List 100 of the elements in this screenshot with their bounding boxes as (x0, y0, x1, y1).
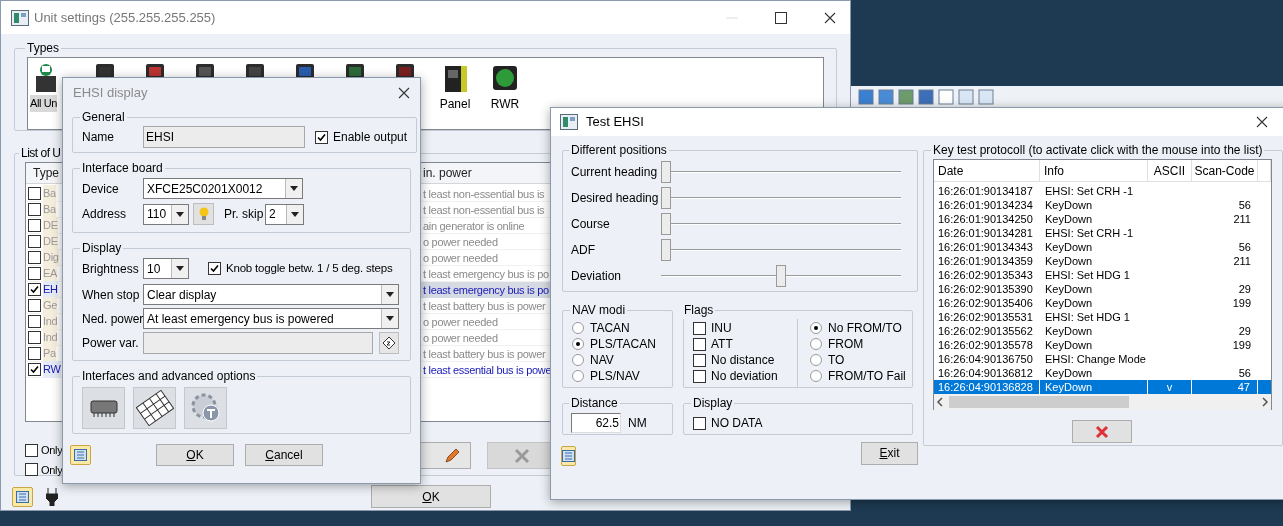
radio-button[interactable] (572, 338, 584, 350)
list-row[interactable]: 16:26:04:90136812 KeyDown 56 (934, 366, 1271, 380)
app-icon (11, 9, 29, 26)
checkbox[interactable] (28, 363, 41, 376)
checkbox[interactable] (28, 347, 41, 360)
skip-dropdown[interactable]: 2 (265, 203, 304, 225)
group-label: NAV modi (571, 302, 627, 319)
radio-button[interactable] (810, 354, 822, 366)
radio-button[interactable] (810, 322, 822, 334)
radio-label: FROM/TO Fail (828, 368, 906, 385)
checkbox[interactable] (28, 331, 41, 344)
checkbox[interactable] (28, 203, 41, 216)
checkbox[interactable] (693, 416, 706, 430)
scrollbar[interactable] (934, 394, 1271, 410)
column-header[interactable]: in. power (420, 164, 472, 182)
checkbox[interactable] (693, 337, 706, 351)
chip-button[interactable] (82, 387, 125, 429)
checkbox[interactable] (693, 321, 706, 335)
radio-button[interactable] (572, 370, 584, 382)
brightness-dropdown[interactable]: 10 (143, 258, 189, 279)
slider-thumb[interactable] (661, 213, 671, 235)
checkbox[interactable] (28, 283, 41, 296)
list-row[interactable]: 16:26:01:90134250 KeyDown 211 (934, 212, 1271, 226)
list-row[interactable]: 16:26:02:90135390 KeyDown 29 (934, 282, 1271, 296)
table-cell: EHSI: Set HDG 1 (1045, 268, 1130, 282)
list-row[interactable]: 16:26:01:90134281 EHSI: Set CRH -1 (934, 226, 1271, 240)
column-header[interactable]: Date (934, 160, 1040, 182)
radio-button[interactable] (810, 338, 822, 350)
list-row[interactable]: 16:26:01:90134187 EHSI: Set CRH -1 (934, 184, 1271, 198)
slider-thumb[interactable] (661, 187, 671, 209)
checkbox[interactable] (28, 315, 41, 328)
bulb-button[interactable] (193, 203, 214, 225)
slider-track[interactable] (661, 212, 901, 236)
close-icon[interactable] (398, 87, 410, 99)
list-row[interactable]: 16:26:01:90134343 KeyDown 56 (934, 240, 1271, 254)
radio-button[interactable] (572, 354, 584, 366)
list-row[interactable]: 16:26:02:90135531 EHSI: Set HDG 1 (934, 310, 1271, 324)
checkbox[interactable] (25, 443, 38, 457)
radio-button[interactable] (810, 370, 822, 382)
close-icon[interactable] (824, 11, 836, 24)
list-row[interactable]: 16:26:02:90135562 KeyDown 29 (934, 324, 1271, 338)
distance-field[interactable]: 62.5 (571, 413, 621, 433)
table-cell: DE (43, 217, 58, 234)
when-stop-dropdown[interactable]: Clear display (143, 284, 399, 305)
column-header[interactable]: Scan-Code (1192, 160, 1258, 182)
table-cell-text: t least battery bus is power (422, 346, 547, 362)
checkbox[interactable] (25, 463, 38, 477)
power-var-field[interactable] (143, 332, 373, 354)
device-dropdown[interactable]: XFCE25C0201X0012 (143, 178, 303, 199)
list-row[interactable]: 16:26:02:90135406 KeyDown 199 (934, 296, 1271, 310)
group-label: Display (81, 240, 123, 257)
toolbar-icon[interactable] (918, 89, 934, 105)
slider-track[interactable] (661, 238, 901, 262)
power-dropdown[interactable]: At least emergency bus is powered (143, 308, 399, 329)
checkbox[interactable] (28, 299, 41, 312)
clear-button[interactable] (1072, 420, 1132, 443)
radio-button[interactable] (572, 322, 584, 334)
checkbox[interactable] (28, 267, 41, 280)
type-label[interactable]: Panel (439, 95, 471, 113)
maximize-icon[interactable] (775, 11, 787, 24)
type-label[interactable]: RWR (490, 95, 520, 113)
column-header[interactable]: Info (1040, 160, 1148, 182)
checkbox[interactable] (315, 130, 328, 144)
keyboard-button[interactable] (133, 387, 176, 429)
list-row[interactable]: 16:26:02:90135343 EHSI: Set HDG 1 (934, 268, 1271, 282)
address-dropdown[interactable]: 110 (143, 203, 189, 225)
checkbox[interactable] (693, 353, 706, 367)
slider-track[interactable] (661, 264, 901, 288)
list-row[interactable]: 16:26:01:90134234 KeyDown 56 (934, 198, 1271, 212)
slider-thumb[interactable] (776, 265, 786, 287)
close-icon[interactable] (1256, 116, 1268, 128)
group-label: Flags (683, 302, 715, 319)
table-cell: Ba (43, 185, 56, 202)
slider-track[interactable] (661, 186, 901, 210)
ok-button[interactable]: OK (156, 444, 234, 466)
slider-thumb[interactable] (661, 239, 671, 261)
type-label[interactable]: All Un (30, 95, 57, 112)
layout-button[interactable] (561, 446, 576, 466)
name-field[interactable]: EHSI (143, 126, 305, 148)
column-header[interactable]: ASCII (1148, 160, 1192, 182)
layout-button[interactable] (70, 445, 91, 465)
exit-button[interactable]: Exit (861, 441, 918, 465)
slider-thumb[interactable] (661, 161, 671, 183)
checkbox[interactable] (28, 187, 41, 200)
checkbox[interactable] (208, 262, 221, 275)
variable-button[interactable] (379, 332, 399, 354)
list-row[interactable]: 16:26:01:90134359 KeyDown 211 (934, 254, 1271, 268)
checkbox[interactable] (28, 219, 41, 232)
ok-button[interactable]: OK (371, 485, 491, 508)
list-row[interactable]: 16:26:04:90136750 EHSI: Change Mode (934, 352, 1271, 366)
cancel-button[interactable]: Cancel (245, 444, 323, 466)
checkbox[interactable] (28, 235, 41, 248)
checkbox[interactable] (693, 369, 706, 383)
layout-button[interactable] (12, 486, 33, 507)
settings-button[interactable] (184, 387, 227, 429)
list-row[interactable]: 16:26:02:90135578 KeyDown 199 (934, 338, 1271, 352)
slider-track[interactable] (661, 160, 901, 184)
list-row[interactable]: 16:26:04:90136828 KeyDown v 47 (934, 380, 1271, 394)
checkbox-label: Only (41, 462, 63, 478)
checkbox[interactable] (28, 251, 41, 264)
